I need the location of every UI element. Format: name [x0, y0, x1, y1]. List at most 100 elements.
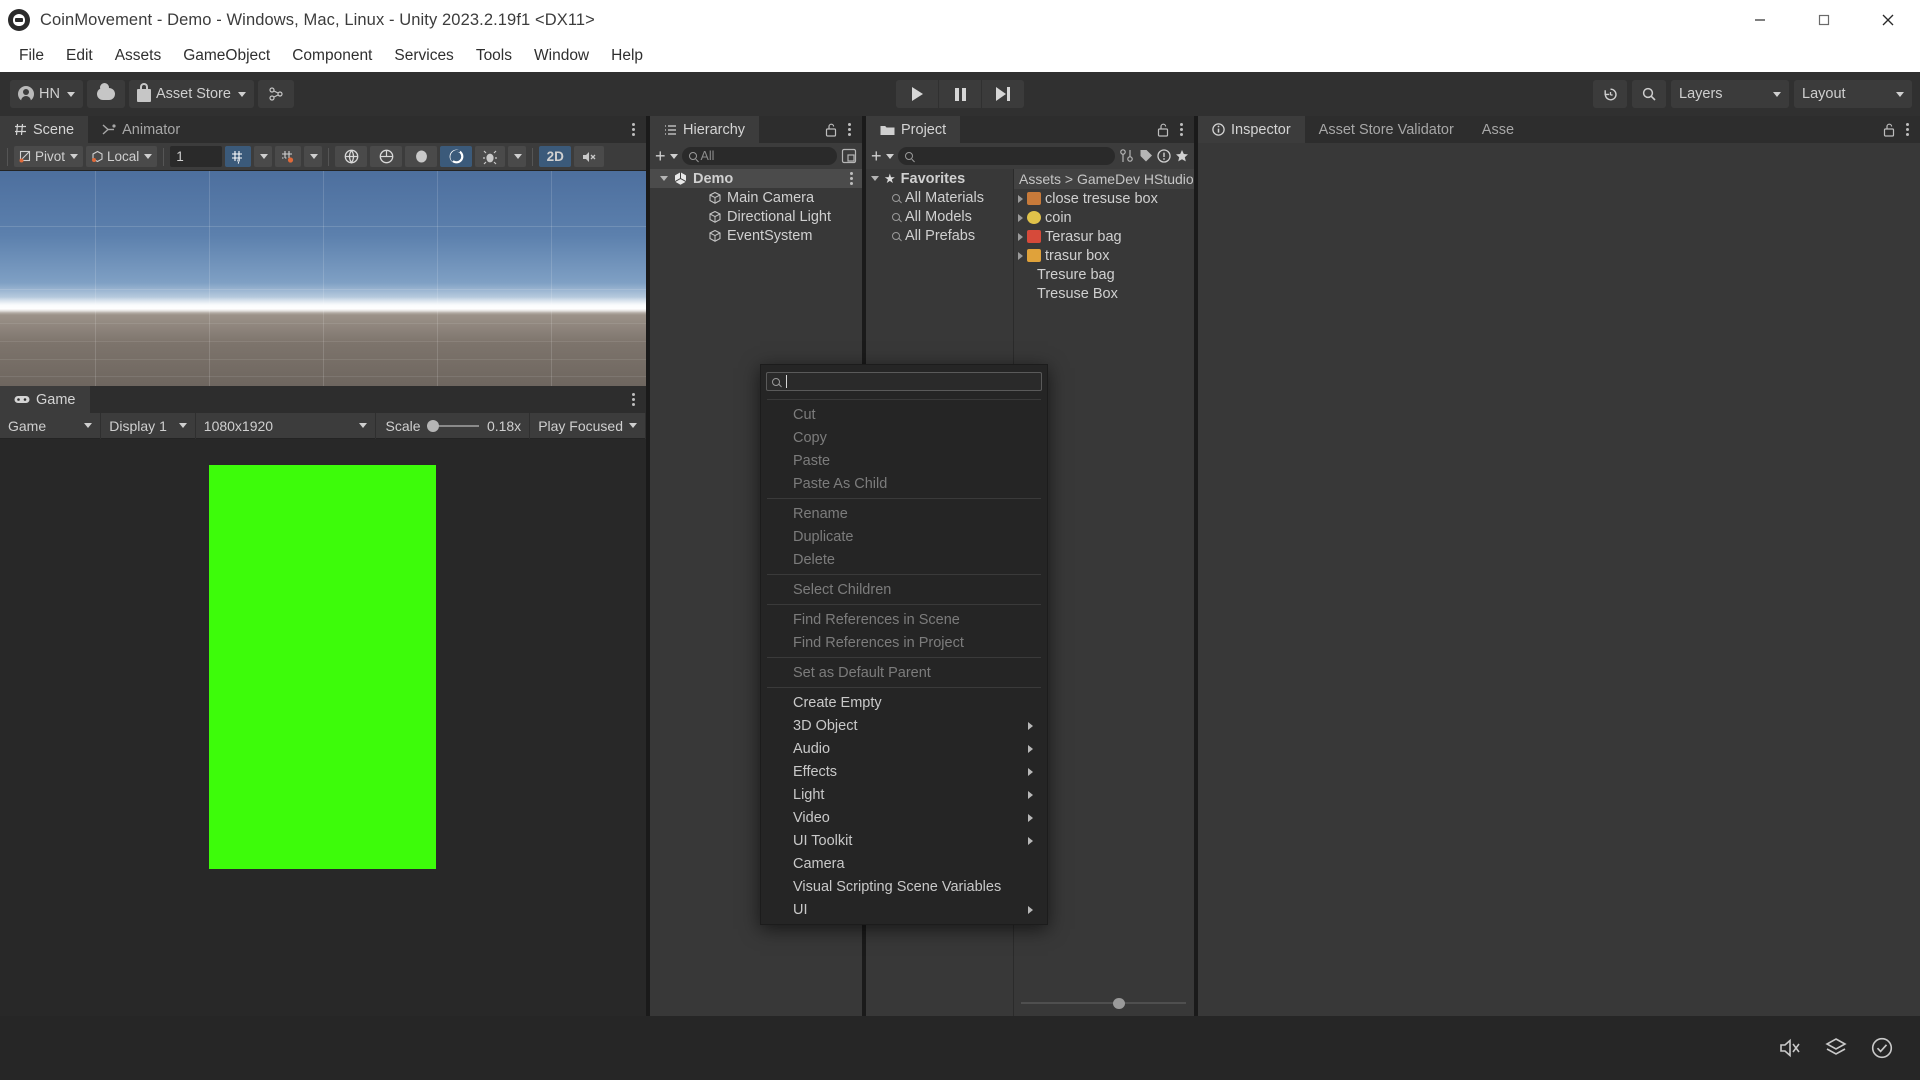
tab-game[interactable]: Game: [0, 386, 90, 413]
hierarchy-popout-icon[interactable]: [841, 148, 857, 164]
menu-assets[interactable]: Assets: [104, 44, 173, 68]
triangle-right-icon[interactable]: [1018, 251, 1023, 260]
scene-viewport[interactable]: [0, 171, 646, 386]
project-add-button[interactable]: +: [871, 147, 894, 165]
menu-services[interactable]: Services: [383, 44, 464, 68]
grid-size-input[interactable]: 1: [170, 146, 223, 167]
game-viewport[interactable]: [0, 439, 646, 1043]
tab-project[interactable]: Project: [866, 116, 961, 143]
asset-store-button[interactable]: Asset Store: [128, 80, 254, 108]
menu-tools[interactable]: Tools: [465, 44, 523, 68]
project-filter-icon[interactable]: [1119, 148, 1135, 164]
tab-animator[interactable]: Animator: [88, 116, 194, 143]
shading-mode-button[interactable]: [335, 146, 368, 167]
ctx-item-visual-scripting-scene-variables[interactable]: Visual Scripting Scene Variables: [761, 875, 1047, 898]
triangle-down-icon[interactable]: [871, 176, 879, 181]
grid-snapping-toggle[interactable]: y: [225, 146, 252, 167]
minimize-button[interactable]: [1728, 0, 1792, 40]
lock-open-icon[interactable]: [1157, 123, 1169, 137]
context-menu-search-input[interactable]: [766, 372, 1042, 391]
ctx-item-copy[interactable]: Copy: [761, 426, 1047, 449]
hierarchy-more-menu[interactable]: [845, 120, 854, 139]
hierarchy-row-demo[interactable]: Demo: [650, 169, 862, 188]
audio-toggle[interactable]: [440, 146, 473, 167]
undo-history-button[interactable]: [1593, 80, 1627, 108]
asset-row-trasur-box[interactable]: trasur box: [1014, 246, 1194, 265]
play-button[interactable]: [896, 80, 938, 108]
ctx-item-ui[interactable]: UI: [761, 898, 1047, 921]
triangle-right-icon[interactable]: [1018, 232, 1023, 241]
ctx-item-light[interactable]: Light: [761, 783, 1047, 806]
project-zoom-knob[interactable]: [1113, 998, 1125, 1009]
tab-asset-truncated[interactable]: Asse: [1468, 116, 1528, 143]
ctx-item-create-empty[interactable]: Create Empty: [761, 691, 1047, 714]
project-favorites-header[interactable]: ★ Favorites: [866, 169, 1013, 188]
scene-audio-mute[interactable]: [574, 146, 605, 167]
menu-edit[interactable]: Edit: [55, 44, 104, 68]
asset-row-terasur-bag[interactable]: Terasur bag: [1014, 227, 1194, 246]
pivot-toggle[interactable]: Pivot: [14, 146, 84, 167]
asset-row-coin[interactable]: coin: [1014, 208, 1194, 227]
project-more-menu[interactable]: [1177, 120, 1186, 139]
snap-increment-toggle[interactable]: [275, 146, 302, 167]
account-button[interactable]: HN: [10, 80, 83, 108]
tab-inspector[interactable]: Inspector: [1198, 116, 1305, 143]
layout-dropdown[interactable]: Layout: [1794, 80, 1912, 108]
layers-status-icon[interactable]: [1824, 1036, 1848, 1060]
favorites-item-all-prefabs[interactable]: All Prefabs: [866, 226, 1013, 245]
label-icon[interactable]: [1139, 149, 1153, 163]
ctx-item-ui-toolkit[interactable]: UI Toolkit: [761, 829, 1047, 852]
effects-toggle[interactable]: [475, 146, 506, 167]
lighting-toggle[interactable]: [405, 146, 438, 167]
ctx-item-delete[interactable]: Delete: [761, 548, 1047, 571]
ctx-item-select-children[interactable]: Select Children: [761, 578, 1047, 601]
tab-hierarchy[interactable]: Hierarchy: [650, 116, 760, 143]
triangle-right-icon[interactable]: [1018, 194, 1023, 203]
draw-mode-button[interactable]: [370, 146, 403, 167]
ctx-item-3d-object[interactable]: 3D Object: [761, 714, 1047, 737]
ctx-item-cut[interactable]: Cut: [761, 403, 1047, 426]
menu-component[interactable]: Component: [281, 44, 383, 68]
tab-scene[interactable]: Scene: [0, 116, 89, 143]
ctx-item-rename[interactable]: Rename: [761, 502, 1047, 525]
scene-more-menu[interactable]: [629, 120, 638, 139]
cloud-button[interactable]: [86, 80, 125, 108]
mute-audio-icon[interactable]: [1778, 1036, 1802, 1060]
maximize-button[interactable]: [1792, 0, 1856, 40]
twod-toggle[interactable]: 2D: [539, 146, 572, 167]
snap-increment-dropdown[interactable]: [304, 146, 323, 167]
favorite-star-icon[interactable]: [1175, 149, 1189, 163]
triangle-right-icon[interactable]: [1018, 213, 1023, 222]
warning-icon[interactable]: [1157, 149, 1171, 163]
ctx-item-duplicate[interactable]: Duplicate: [761, 525, 1047, 548]
ctx-item-set-as-default-parent[interactable]: Set as Default Parent: [761, 661, 1047, 684]
ctx-item-effects[interactable]: Effects: [761, 760, 1047, 783]
asset-row-tresuse-box[interactable]: Tresuse Box: [1014, 284, 1194, 303]
project-search-input[interactable]: [897, 147, 1115, 165]
ctx-item-camera[interactable]: Camera: [761, 852, 1047, 875]
favorites-item-all-models[interactable]: All Models: [866, 207, 1013, 226]
ctx-item-paste[interactable]: Paste: [761, 449, 1047, 472]
hierarchy-row-eventsystem[interactable]: EventSystem: [650, 226, 862, 245]
game-more-menu[interactable]: [629, 390, 638, 409]
step-button[interactable]: [982, 80, 1024, 108]
local-toggle[interactable]: Local: [86, 146, 158, 167]
asset-row-tresure-bag[interactable]: Tresure bag: [1014, 265, 1194, 284]
effects-dropdown[interactable]: [508, 146, 527, 167]
hierarchy-search-input[interactable]: All: [681, 147, 837, 165]
project-breadcrumb[interactable]: Assets > GameDev HStudio: [1014, 169, 1194, 189]
lock-open-icon[interactable]: [825, 123, 837, 137]
display-dropdown[interactable]: Display 1: [101, 412, 196, 439]
version-control-button[interactable]: [257, 80, 294, 108]
close-button[interactable]: [1856, 0, 1920, 40]
global-search-button[interactable]: [1632, 80, 1666, 108]
menu-window[interactable]: Window: [523, 44, 600, 68]
hierarchy-add-button[interactable]: +: [655, 147, 678, 165]
lock-open-icon[interactable]: [1883, 123, 1895, 137]
play-focus-dropdown[interactable]: Play Focused: [529, 412, 646, 439]
ctx-item-paste-as-child[interactable]: Paste As Child: [761, 472, 1047, 495]
ctx-item-find-references-in-scene[interactable]: Find References in Scene: [761, 608, 1047, 631]
ctx-item-audio[interactable]: Audio: [761, 737, 1047, 760]
ctx-item-find-references-in-project[interactable]: Find References in Project: [761, 631, 1047, 654]
asset-row-close-tresuse-box[interactable]: close tresuse box: [1014, 189, 1194, 208]
